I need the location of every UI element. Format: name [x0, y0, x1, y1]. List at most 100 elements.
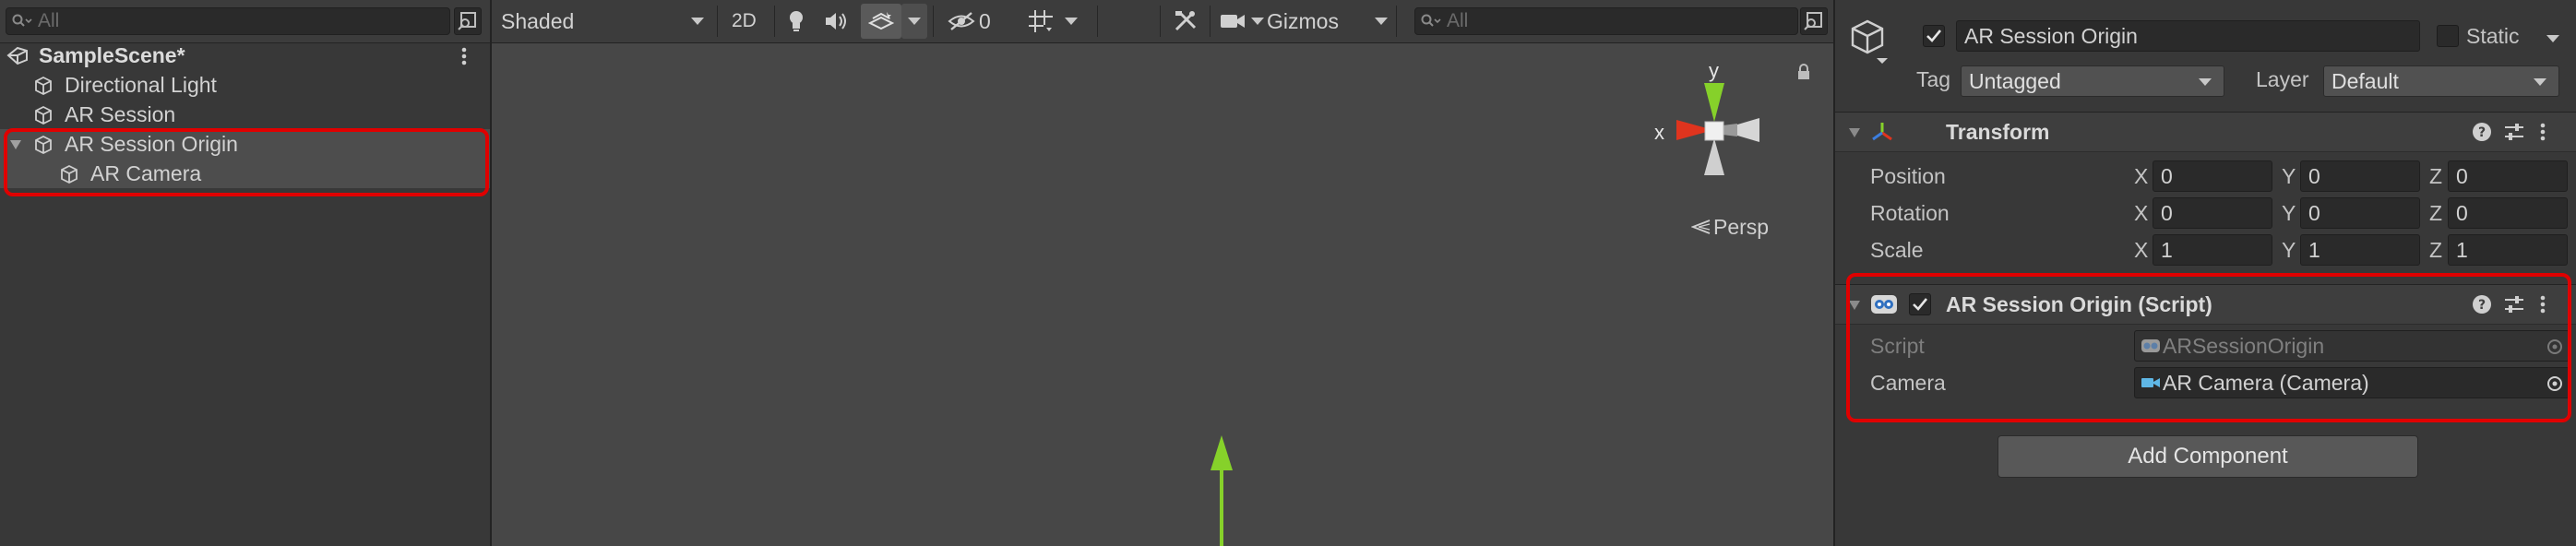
gizmos-label: Gizmos: [1267, 9, 1339, 33]
ar-session-origin-script-icon: [1870, 292, 1898, 316]
transform-component-header[interactable]: Transform ?: [1835, 112, 2576, 152]
hierarchy-item-ar-session[interactable]: AR Session: [0, 100, 490, 129]
active-checkbox[interactable]: [1923, 25, 1945, 47]
orientation-gizmo[interactable]: y x: [1654, 55, 1820, 212]
foldout-expanded-icon[interactable]: [9, 139, 22, 150]
scene-visibility-button[interactable]: 0: [938, 4, 1040, 39]
axis-z-label: Z: [2429, 164, 2443, 188]
position-z-field[interactable]: 0: [2448, 160, 2568, 192]
tools-crossed-icon[interactable]: [1173, 9, 1199, 33]
grid-icon[interactable]: [1027, 8, 1055, 34]
chevron-down-icon: [690, 17, 705, 26]
layer-value: Default: [2332, 69, 2399, 93]
kebab-menu-icon[interactable]: [459, 46, 469, 66]
camera-video-icon[interactable]: [1219, 11, 1246, 31]
scene-search-input[interactable]: All: [1414, 7, 1798, 35]
presets-sliders-icon[interactable]: [2503, 122, 2525, 142]
2d-toggle-button[interactable]: 2D: [724, 4, 769, 39]
chevron-down-icon[interactable]: [1374, 17, 1389, 26]
script-component-header[interactable]: AR Session Origin (Script) ?: [1835, 284, 2576, 325]
hierarchy-toolbar: All: [0, 0, 490, 43]
scene-row[interactable]: SampleScene*: [0, 41, 490, 70]
layer-label: Layer: [2256, 67, 2309, 91]
hierarchy-panel: All SampleScene* Directional Light AR Se…: [0, 0, 490, 546]
scale-y-value: 1: [2308, 238, 2320, 262]
position-x-field[interactable]: 0: [2153, 160, 2272, 192]
hierarchy-search-input[interactable]: All: [6, 7, 450, 35]
presets-sliders-icon[interactable]: [2503, 294, 2525, 315]
gizmos-toggle-button[interactable]: Gizmos: [1267, 0, 1342, 42]
hierarchy-item-label: Directional Light: [65, 73, 217, 97]
lightbulb-icon[interactable]: [787, 9, 805, 33]
kebab-menu-icon[interactable]: [2538, 294, 2547, 315]
object-name-value: AR Session Origin: [1964, 24, 2138, 48]
scene-search-options-button[interactable]: [1800, 7, 1828, 35]
script-enabled-checkbox[interactable]: [1909, 293, 1931, 315]
hierarchy-item-directional-light[interactable]: Directional Light: [0, 70, 490, 100]
camera-object-field[interactable]: AR Camera (Camera): [2134, 367, 2570, 398]
camera-component-icon: [2141, 376, 2161, 389]
help-icon[interactable]: ?: [2472, 122, 2492, 142]
move-handle-y-axis[interactable]: [1208, 433, 1235, 546]
kebab-menu-icon[interactable]: [2538, 122, 2547, 142]
object-name-field[interactable]: AR Session Origin: [1956, 20, 2420, 52]
checkmark-icon: [1926, 30, 1942, 42]
gameobject-cube-icon: [33, 105, 54, 125]
scale-x-value: 1: [2161, 238, 2173, 262]
rotation-y-field[interactable]: 0: [2300, 197, 2420, 229]
search-options-button[interactable]: [454, 7, 482, 35]
lock-icon[interactable]: [1796, 63, 1811, 81]
shading-mode-dropdown[interactable]: Shaded: [492, 0, 715, 42]
scale-z-field[interactable]: 1: [2448, 234, 2568, 266]
chevron-down-icon: [2198, 77, 2212, 87]
rotation-z-field[interactable]: 0: [2448, 197, 2568, 229]
position-x-value: 0: [2161, 164, 2173, 188]
perspective-icon: [1691, 220, 1711, 234]
camera-label: Camera: [1870, 371, 1946, 395]
static-checkbox[interactable]: [2437, 25, 2459, 47]
hierarchy-item-ar-camera[interactable]: AR Camera: [0, 159, 490, 188]
axis-x-label: X: [2134, 201, 2149, 225]
chevron-down-icon[interactable]: [1064, 17, 1079, 26]
tag-dropdown[interactable]: Untagged: [1961, 65, 2224, 97]
script-value: ARSessionOrigin: [2163, 334, 2325, 358]
position-y-value: 0: [2308, 164, 2320, 188]
help-icon[interactable]: ?: [2472, 294, 2492, 315]
search-icon: [12, 14, 32, 29]
object-picker-icon: [2546, 338, 2563, 355]
script-file-icon: [2141, 338, 2161, 354]
gameobject-cube-icon: [1848, 18, 1887, 57]
effects-layers-icon: [868, 10, 894, 32]
scale-label: Scale: [1870, 238, 1924, 262]
add-component-button[interactable]: Add Component: [1998, 435, 2418, 478]
chevron-down-icon[interactable]: [1250, 17, 1265, 26]
rotation-z-value: 0: [2456, 201, 2468, 225]
object-picker-icon[interactable]: [2546, 375, 2563, 392]
gizmo-axes-icon: [1676, 83, 1759, 175]
unity-scene-icon: [6, 45, 30, 65]
position-y-field[interactable]: 0: [2300, 160, 2420, 192]
effects-dropdown-button[interactable]: [901, 4, 927, 39]
chevron-down-icon[interactable]: [1876, 57, 1889, 65]
scale-y-field[interactable]: 1: [2300, 234, 2420, 266]
svg-text:?: ?: [2478, 298, 2486, 313]
rotation-y-value: 0: [2308, 201, 2320, 225]
hierarchy-item-ar-session-origin[interactable]: AR Session Origin: [0, 129, 490, 159]
scene-view[interactable]: Shaded 2D 0 Gizmos All y x Persp: [492, 0, 1833, 546]
layer-dropdown[interactable]: Default: [2323, 65, 2559, 97]
foldout-expanded-icon[interactable]: [1848, 127, 1861, 138]
audio-speaker-icon[interactable]: [824, 11, 850, 31]
effects-toggle-button[interactable]: [861, 4, 901, 39]
foldout-expanded-icon[interactable]: [1848, 300, 1861, 311]
axis-y-label: Y: [2282, 164, 2296, 188]
gameobject-cube-icon: [33, 76, 54, 96]
axis-z-label: Z: [2429, 201, 2443, 225]
rotation-x-field[interactable]: 0: [2153, 197, 2272, 229]
hierarchy-item-label: AR Session Origin: [65, 132, 238, 156]
2d-label: 2D: [732, 10, 757, 31]
scale-x-field[interactable]: 1: [2153, 234, 2272, 266]
chevron-down-icon[interactable]: [2546, 34, 2560, 43]
search-window-icon: [1804, 12, 1822, 30]
chevron-down-icon: [907, 17, 922, 26]
scene-search-placeholder: All: [1447, 10, 1469, 31]
